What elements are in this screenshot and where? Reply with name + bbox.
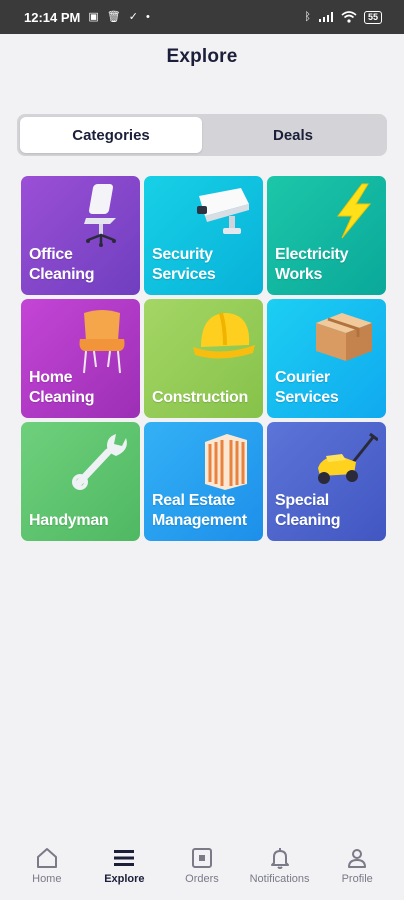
category-label: Construction	[152, 389, 248, 406]
status-left: 12:14 PM ▣ 🗑 ✓ •	[24, 10, 150, 25]
wrench-icon	[72, 434, 127, 490]
category-label: Real Estate Management	[152, 492, 247, 529]
category-construction[interactable]: Construction	[144, 299, 263, 418]
category-label: Home Cleaning	[29, 369, 95, 406]
bottom-nav: Home Explore Orders Notifications Profil…	[0, 836, 404, 900]
category-electricity-works[interactable]: Electricity Works	[267, 176, 386, 295]
nav-label-notifications: Notifications	[249, 873, 310, 885]
orders-icon	[191, 848, 212, 868]
category-office-cleaning[interactable]: Office Cleaning	[21, 176, 140, 295]
category-home-cleaning[interactable]: Home Cleaning	[21, 299, 140, 418]
armchair-icon	[79, 310, 125, 374]
category-label: Courier Services	[275, 369, 339, 406]
status-right: ᛒ 55	[304, 10, 382, 24]
tab-categories[interactable]: Categories	[20, 117, 202, 153]
bell-icon	[270, 848, 289, 869]
battery-icon: 55	[363, 10, 382, 24]
office-chair-icon	[84, 184, 116, 247]
page-title: Explore	[166, 46, 238, 67]
hard-hat-icon	[193, 312, 255, 359]
category-special-cleaning[interactable]: Special Cleaning	[267, 422, 386, 541]
category-label: Office Cleaning	[29, 246, 95, 283]
category-handyman[interactable]: Handyman	[21, 422, 140, 541]
category-security-services[interactable]: Security Services	[144, 176, 263, 295]
status-bar: 12:14 PM ▣ 🗑 ✓ • ᛒ 55	[0, 0, 404, 34]
home-icon	[36, 848, 57, 868]
dot-icon: •	[145, 10, 150, 23]
nav-profile[interactable]: Profile	[320, 836, 394, 900]
nav-notifications[interactable]: Notifications	[243, 836, 317, 900]
status-time: 12:14 PM	[24, 9, 81, 25]
bluetooth-icon: ᛒ	[304, 10, 311, 23]
nav-label-explore: Explore	[104, 873, 145, 885]
save-icon: ▣	[88, 10, 99, 23]
menu-icon	[114, 850, 135, 866]
segmented-control: Categories Deals	[17, 114, 387, 156]
lawn-mower-icon	[318, 432, 378, 484]
wifi-icon	[341, 11, 357, 23]
security-camera-icon	[197, 188, 249, 234]
category-real-estate-management[interactable]: Real Estate Management	[144, 422, 263, 541]
category-label: Special Cleaning	[275, 492, 341, 529]
building-icon	[205, 434, 247, 490]
trash-icon: 🗑	[106, 10, 121, 23]
lightning-bolt-icon	[337, 183, 372, 239]
category-label: Security Services	[152, 246, 216, 283]
nav-explore[interactable]: Explore	[87, 836, 161, 900]
category-label: Handyman	[29, 512, 109, 529]
tab-deals[interactable]: Deals	[202, 117, 384, 153]
nav-label-orders: Orders	[185, 873, 219, 885]
checklist-icon: ✓	[128, 10, 138, 23]
signal-icon	[318, 12, 333, 22]
nav-orders[interactable]: Orders	[165, 836, 239, 900]
person-icon	[348, 849, 367, 868]
category-courier-services[interactable]: Courier Services	[267, 299, 386, 418]
category-label: Electricity Works	[275, 246, 349, 283]
nav-home[interactable]: Home	[10, 836, 84, 900]
nav-label-home: Home	[32, 873, 62, 885]
nav-label-profile: Profile	[341, 873, 373, 885]
category-grid: Office Cleaning Security Services Electr…	[21, 176, 386, 541]
parcel-box-icon	[316, 313, 372, 361]
